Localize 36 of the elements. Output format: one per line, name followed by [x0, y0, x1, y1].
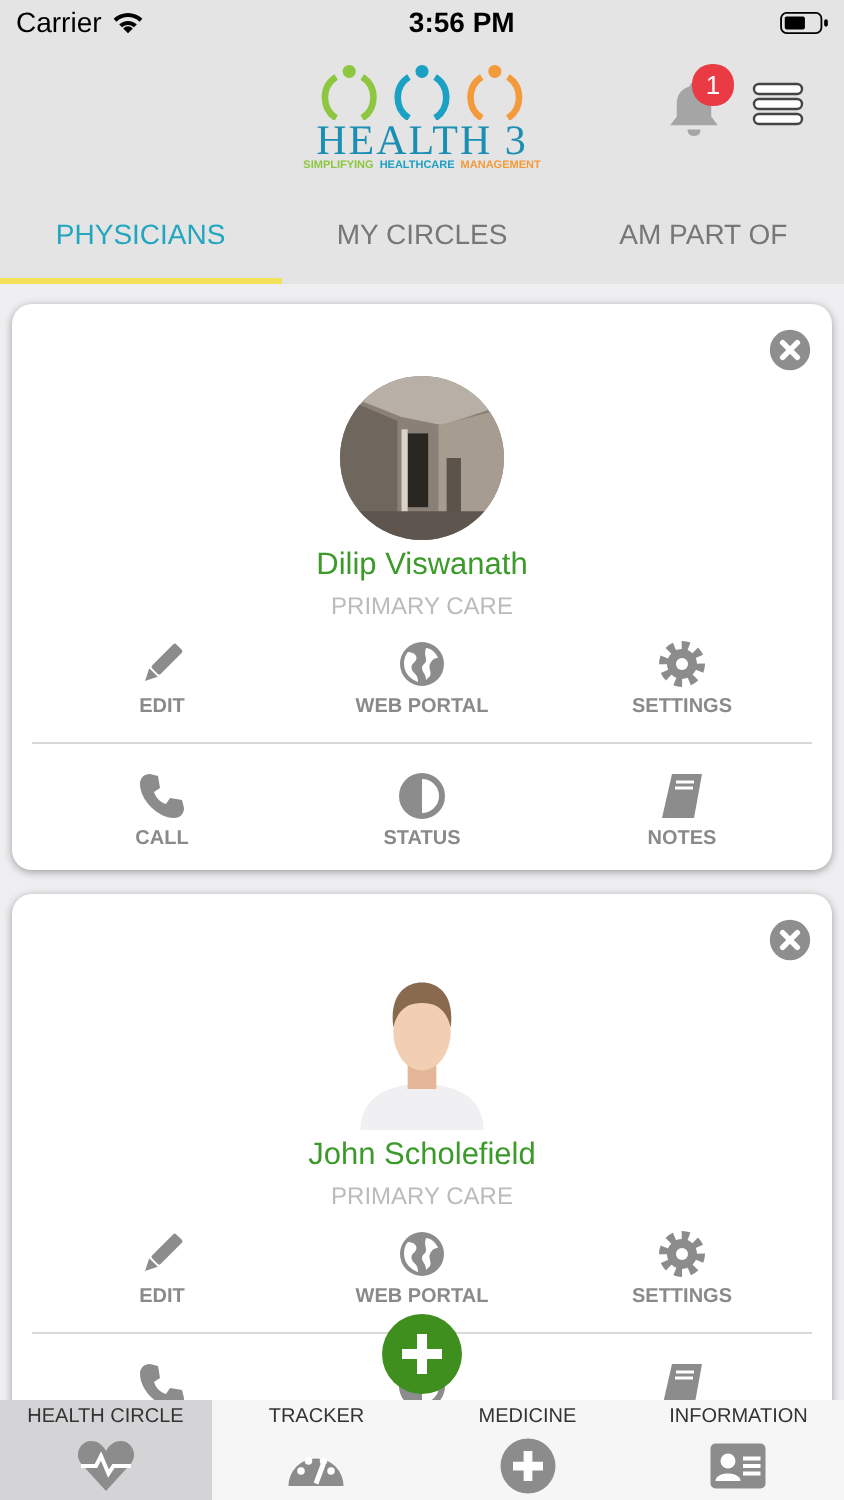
specialty-label: PRIMARY CARE [331, 592, 513, 620]
logo-title: HEALTH 3 [316, 120, 528, 160]
gear-icon [658, 1230, 706, 1278]
gear-action[interactable]: SETTINGS [552, 1226, 812, 1312]
menu-icon[interactable] [752, 82, 804, 126]
physician-name: John Scholefield [308, 1138, 536, 1174]
edit-action[interactable]: EDIT [32, 636, 292, 722]
globe-action[interactable]: WEB PORTAL [292, 636, 552, 722]
status-time: 3:56 PM [408, 6, 515, 38]
globe-icon [398, 1230, 446, 1278]
book-action[interactable]: NOTES [552, 768, 812, 854]
gear-action[interactable]: SETTINGS [552, 636, 812, 722]
notification-badge: 1 [692, 64, 734, 106]
physician-name: Dilip Viswanath [316, 548, 528, 584]
status-action[interactable]: STATUS [292, 768, 552, 854]
gear-icon [658, 640, 706, 688]
carrier-name: Carrier [16, 6, 102, 38]
book-icon [658, 772, 706, 820]
bottom-tab[interactable]: HEALTH CIRCLE [0, 1400, 211, 1500]
battery-icon [779, 11, 828, 33]
phone-icon [138, 1362, 186, 1400]
tab[interactable]: AM PART OF [562, 190, 844, 284]
close-icon[interactable] [768, 918, 812, 962]
phone-action[interactable]: CALL [32, 768, 292, 854]
globe-action[interactable]: WEB PORTAL [292, 1226, 552, 1312]
specialty-label: PRIMARY CARE [331, 1182, 513, 1210]
close-icon[interactable] [768, 328, 812, 372]
globe-icon [398, 640, 446, 688]
tab[interactable]: PHYSICIANS [0, 190, 282, 284]
plus-circle-icon [497, 1436, 558, 1496]
tab[interactable]: MY CIRCLES [281, 190, 563, 284]
phone-icon [138, 772, 186, 820]
edit-action[interactable]: EDIT [32, 1226, 292, 1312]
wifi-icon [111, 10, 144, 34]
add-button[interactable] [382, 1314, 462, 1394]
heart-pulse-icon [75, 1436, 136, 1496]
